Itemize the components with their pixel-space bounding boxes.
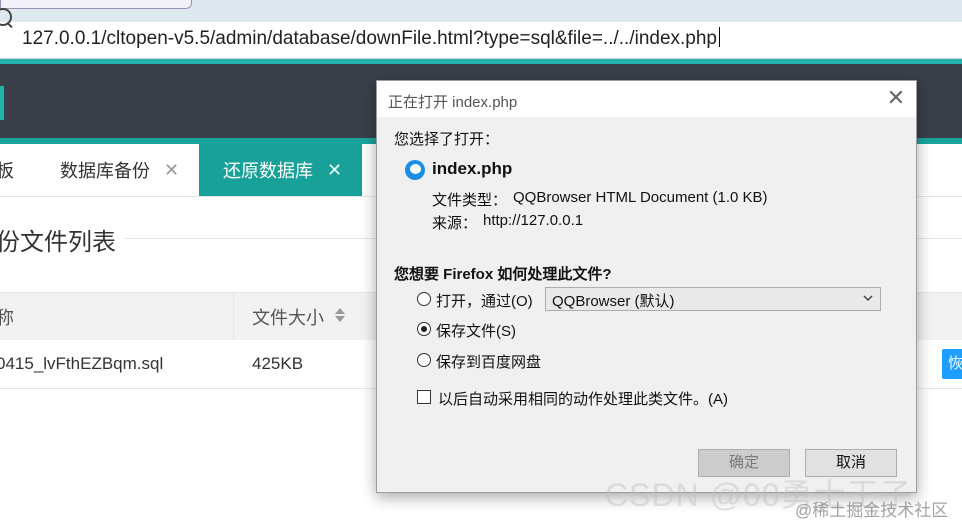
radio-save-file[interactable]	[417, 322, 431, 336]
tab-label: 板	[0, 161, 14, 181]
sort-icon[interactable]	[334, 306, 346, 324]
radio-save-baidu[interactable]	[417, 353, 431, 367]
close-icon[interactable]: ✕	[884, 86, 908, 110]
option-save-baidu-label[interactable]: 保存到百度网盘	[436, 351, 541, 372]
tab-database-backup[interactable]: 数据库备份 ✕	[60, 144, 200, 196]
column-header-size[interactable]: 文件大小	[252, 304, 324, 330]
file-type-label: 文件类型：	[432, 192, 508, 209]
browser-tab[interactable]	[0, 0, 192, 9]
dialog-title: 正在打开 index.php	[388, 94, 518, 111]
source-value: http://127.0.0.1	[483, 212, 584, 229]
dialog-intro: 您选择了打开：	[394, 131, 500, 148]
url-text: 127.0.0.1/cltopen-v5.5/admin/database/do…	[22, 28, 717, 49]
open-with-app: QQBrowser (默认)	[552, 293, 675, 310]
close-icon[interactable]: ✕	[164, 160, 179, 181]
chevron-down-icon[interactable]	[862, 292, 874, 304]
backup-file-size: 425KB	[252, 354, 304, 373]
url-field[interactable]: 127.0.0.1/cltopen-v5.5/admin/database/do…	[22, 27, 720, 50]
watermark-juejin: @稀土掘金技术社区	[795, 501, 949, 520]
text-cursor	[719, 27, 720, 47]
qqbrowser-file-icon-inner	[410, 164, 421, 174]
backup-file-name: 0415_lvFthEZBqm.sql	[0, 354, 164, 373]
tab-restore-database[interactable]: 还原数据库 ✕	[199, 144, 362, 196]
remember-label[interactable]: 以后自动采用相同的动作处理此类文件。(A)	[438, 388, 728, 409]
handling-question: 您想要 Firefox 如何处理此文件?	[394, 266, 612, 283]
file-name: index.php	[432, 159, 513, 178]
tab-dashboard[interactable]: 板	[0, 144, 36, 196]
option-open-with-label[interactable]: 打开，通过(O)	[436, 290, 533, 311]
option-save-file-label[interactable]: 保存文件(S)	[436, 320, 516, 341]
tab-label: 还原数据库	[223, 161, 313, 181]
file-type-value: QQBrowser HTML Document (1.0 KB)	[513, 189, 768, 206]
column-header-name[interactable]: 称	[0, 304, 14, 330]
menu-toggle[interactable]	[0, 86, 4, 120]
restore-button[interactable]: 恢	[942, 349, 962, 379]
section-title: 份文件列表	[0, 229, 116, 256]
remember-checkbox[interactable]	[417, 390, 431, 404]
radio-open-with[interactable]	[417, 292, 431, 306]
source-label: 来源：	[432, 215, 478, 232]
tab-label: 数据库备份	[60, 161, 150, 181]
close-icon[interactable]: ✕	[327, 160, 342, 181]
